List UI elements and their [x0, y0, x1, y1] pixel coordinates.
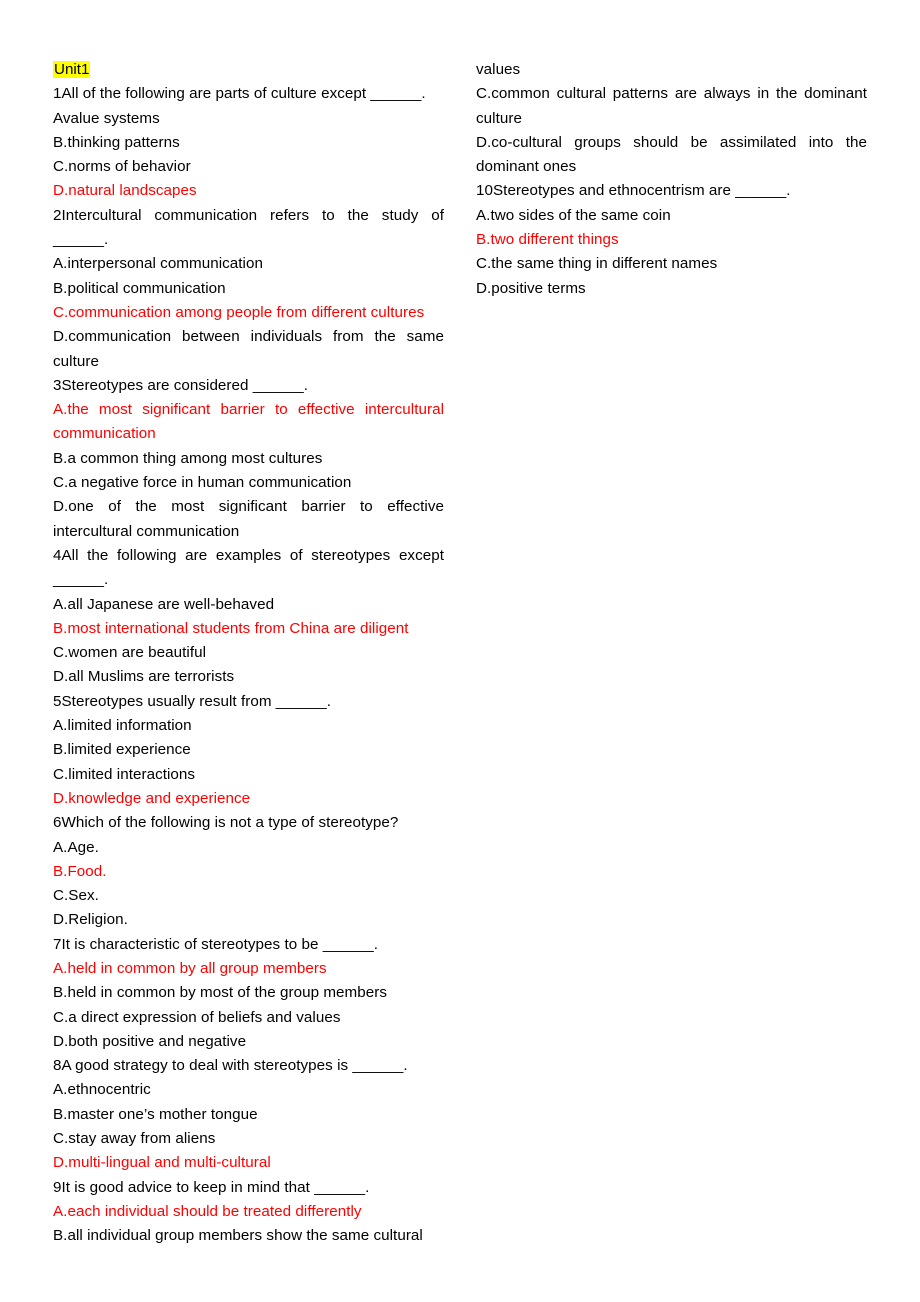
- text-line: D.all Muslims are terrorists: [53, 668, 235, 686]
- answer-line: D.multi-lingual and multi-cultural: [53, 1154, 271, 1172]
- text-line: values: [476, 61, 521, 78]
- left-column-lines: 1All of the following are parts of cultu…: [53, 82, 444, 1248]
- right-text-column: values C.common cultural patterns are alw…: [476, 58, 867, 301]
- text-line: B.a common thing among most cultures: [53, 449, 323, 467]
- right-column-lines: values C.common cultural patterns are alw…: [476, 58, 867, 301]
- page-title: Unit1: [53, 58, 444, 82]
- text-line: C.norms of behavior: [53, 158, 191, 176]
- answer-line: C.communication among people from differ…: [53, 303, 425, 321]
- answer-line: A.the most significant barrier to effect…: [53, 401, 449, 443]
- text-line: D.positive terms: [476, 279, 586, 297]
- text-line: C.women are beautiful: [53, 644, 207, 662]
- answer-line: D.knowledge and experience: [53, 789, 251, 807]
- text-line: C.Sex.: [53, 887, 99, 905]
- text-line: D.co-cultural groups should be assimilat…: [476, 133, 872, 176]
- text-line: A.Age.: [53, 838, 99, 856]
- text-line: 5Stereotypes usually result from ______.: [53, 692, 332, 710]
- text-line: 1All of the following are parts of cultu…: [53, 85, 426, 103]
- text-line: B.limited experience: [53, 741, 191, 759]
- text-line: C.limited interactions: [53, 765, 196, 783]
- answer-line: D.natural landscapes: [53, 182, 197, 200]
- text-line: C.the same thing in different names: [476, 255, 718, 273]
- text-line: C.a negative force in human communicatio…: [53, 474, 352, 492]
- answer-line: B.Food.: [53, 862, 107, 880]
- text-line: A.limited information: [53, 717, 192, 735]
- text-line: A.two sides of the same coin: [476, 206, 671, 224]
- document-page: Unit1 1All of the following are parts of…: [0, 0, 920, 1302]
- text-line: 7It is characteristic of stereotypes to …: [53, 935, 378, 953]
- text-line: D.both positive and negative: [53, 1032, 247, 1050]
- text-line: B.held in common by most of the group me…: [53, 984, 387, 1002]
- unit-title-highlight: Unit1: [53, 61, 91, 78]
- left-text-column: Unit1 1All of the following are parts of…: [53, 58, 444, 1249]
- text-line: B.master one’s mother tongue: [53, 1105, 258, 1123]
- answer-line: B.two different things: [476, 231, 619, 249]
- text-line: 10Stereotypes and ethnocentrism are ____…: [476, 182, 791, 200]
- text-line: Avalue systems: [53, 109, 160, 127]
- text-line: 6Which of the following is not a type of…: [53, 814, 399, 832]
- text-line: 8A good strategy to deal with stereotype…: [53, 1057, 408, 1075]
- text-line: 2Intercultural communication refers to t…: [53, 206, 449, 249]
- text-line: 4All the following are examples of stere…: [53, 546, 449, 589]
- text-line: D.communication between individuals from…: [53, 328, 449, 370]
- text-line: 3Stereotypes are considered ______.: [53, 376, 309, 394]
- text-line: D.Religion.: [53, 911, 128, 929]
- text-line: B.all individual group members show the …: [53, 1227, 423, 1245]
- text-line: B.thinking patterns: [53, 133, 180, 151]
- text-line: D.one of the most significant barrier to…: [53, 498, 449, 540]
- answer-line: A.held in common by all group members: [53, 959, 327, 977]
- text-line: A.all Japanese are well-behaved: [53, 595, 275, 613]
- text-line: C.common cultural patterns are always in…: [476, 85, 872, 127]
- text-line: A.interpersonal communication: [53, 255, 263, 273]
- text-line: 9It is good advice to keep in mind that …: [53, 1178, 370, 1196]
- text-line: C.a direct expression of beliefs and val…: [53, 1008, 341, 1026]
- two-column-layout: Unit1 1All of the following are parts of…: [53, 58, 867, 1249]
- text-line: B.political communication: [53, 279, 226, 297]
- answer-line: A.each individual should be treated diff…: [53, 1202, 362, 1220]
- answer-line: B.most international students from China…: [53, 619, 409, 637]
- text-line: A.ethnocentric: [53, 1081, 151, 1099]
- text-line: C.stay away from aliens: [53, 1130, 216, 1148]
